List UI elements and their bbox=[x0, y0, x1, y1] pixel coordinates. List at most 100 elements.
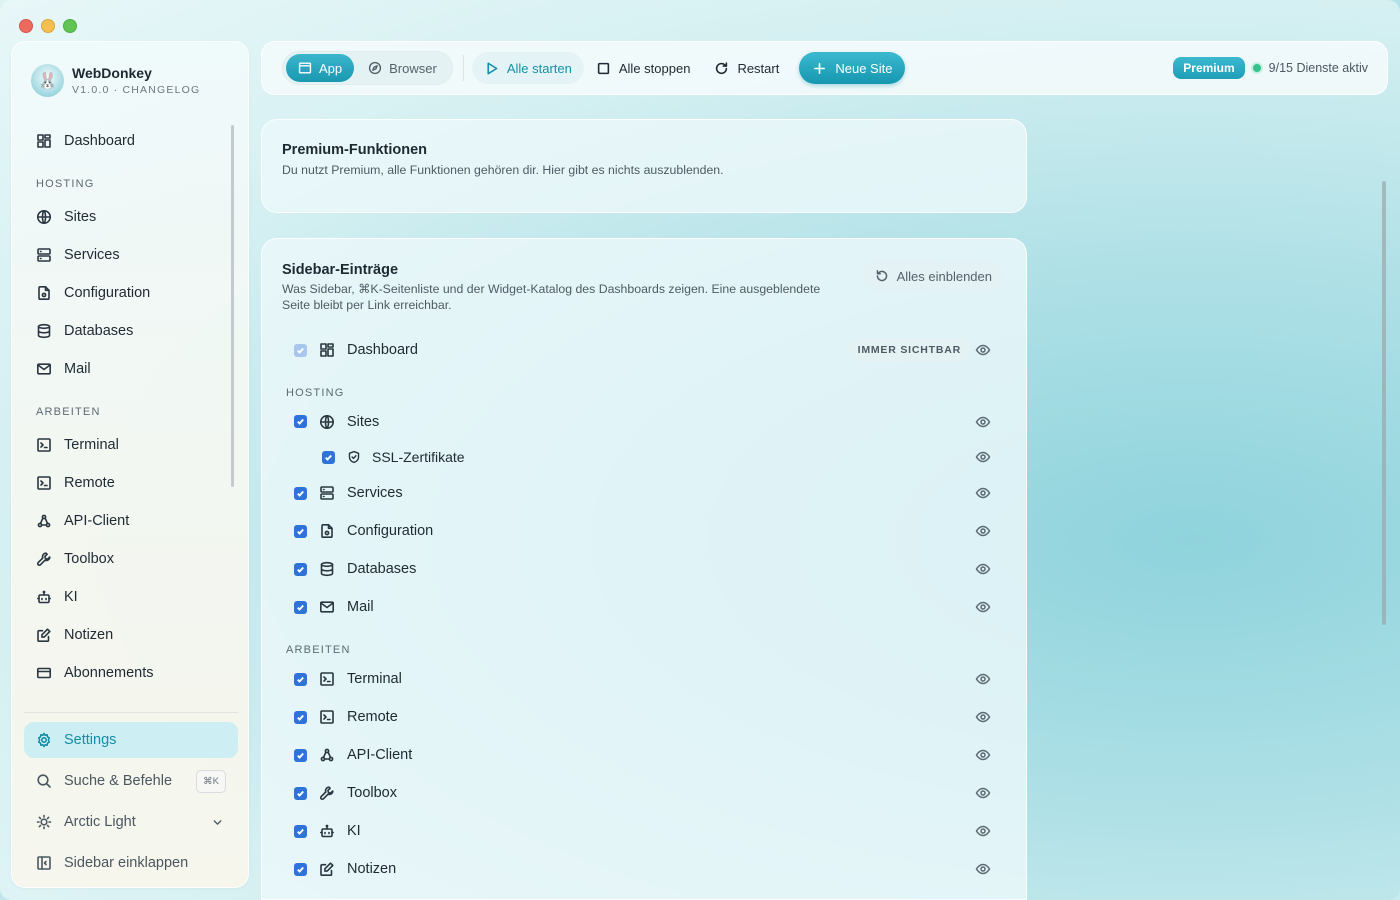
entry-label: Dashboard bbox=[347, 342, 418, 358]
eye-icon[interactable] bbox=[975, 523, 991, 539]
webhook-icon bbox=[37, 514, 51, 528]
entry-row-databases[interactable]: Databases bbox=[286, 550, 1006, 588]
sidebar-item-settings[interactable]: Settings bbox=[24, 722, 238, 758]
always-visible-badge: IMMER SICHTBAR bbox=[848, 338, 970, 362]
sidebar-item-dashboard[interactable]: Dashboard bbox=[24, 122, 238, 160]
view-browser-button[interactable]: Browser bbox=[356, 54, 449, 82]
minimize-window-button[interactable] bbox=[41, 19, 55, 33]
theme-select[interactable]: Arctic Light bbox=[24, 804, 238, 840]
sidebar-item-remote[interactable]: Remote bbox=[24, 464, 238, 502]
eye-icon[interactable] bbox=[975, 823, 991, 839]
stop-all-label: Alle stoppen bbox=[618, 60, 691, 76]
services-status[interactable]: 9/15 Dienste aktiv bbox=[1269, 61, 1368, 75]
sun-icon bbox=[36, 814, 52, 830]
entry-checkbox[interactable] bbox=[294, 824, 307, 838]
sidebar-scrollbar[interactable] bbox=[231, 125, 234, 487]
entry-row-mail[interactable]: Mail bbox=[286, 588, 1006, 626]
view-app-button[interactable]: App bbox=[286, 54, 355, 82]
sidebar-item-terminal[interactable]: Terminal bbox=[24, 426, 238, 464]
play-icon bbox=[487, 62, 498, 74]
start-all-button[interactable]: Alle starten bbox=[471, 52, 584, 84]
brand-version-changelog[interactable]: V1.0.0 · CHANGELOG bbox=[72, 84, 200, 96]
description-line: Seite bleibt per Link erreichbar. bbox=[282, 298, 452, 312]
sidebar-item-toolbox[interactable]: Toolbox bbox=[24, 540, 238, 578]
eye-icon[interactable] bbox=[975, 671, 991, 687]
entry-checkbox[interactable] bbox=[294, 748, 307, 762]
entry-checkbox[interactable] bbox=[294, 600, 307, 614]
entry-row-terminal[interactable]: Terminal bbox=[286, 660, 1006, 698]
sidebar-item-mail[interactable]: Mail bbox=[24, 350, 238, 388]
entry-row-ssl-certificates[interactable]: SSL-Zertifikate bbox=[286, 440, 1006, 474]
eye-icon[interactable] bbox=[975, 709, 991, 725]
search-commands-label: Suche & Befehle bbox=[64, 773, 173, 789]
entry-label: SSL-Zertifikate bbox=[372, 449, 465, 465]
entry-checkbox[interactable] bbox=[294, 786, 307, 800]
entry-label: API-Client bbox=[347, 747, 413, 763]
app-window: 🐰 WebDonkey V1.0.0 · CHANGELOG Dashboard… bbox=[0, 0, 1400, 900]
brand[interactable]: 🐰 WebDonkey V1.0.0 · CHANGELOG bbox=[31, 64, 200, 97]
entry-checkbox[interactable] bbox=[322, 450, 335, 464]
sidebar-item-configuration[interactable]: Configuration bbox=[24, 274, 238, 312]
sidebar-footer: Settings Suche & Befehle ⌘K Arctic Light… bbox=[24, 722, 238, 886]
entry-row-remote[interactable]: Remote bbox=[286, 698, 1006, 736]
eye-icon[interactable] bbox=[975, 599, 991, 615]
bot-icon bbox=[37, 590, 51, 604]
view-mode-toggle: App Browser bbox=[282, 51, 453, 85]
premium-badge: Premium bbox=[1173, 57, 1245, 79]
entry-row-sites[interactable]: Sites bbox=[286, 403, 1006, 440]
entry-checkbox[interactable] bbox=[294, 415, 307, 428]
globe-icon bbox=[319, 414, 335, 430]
eye-icon[interactable] bbox=[975, 861, 991, 877]
description-line: Was Sidebar, ⌘K-Seitenliste und der Widg… bbox=[282, 282, 821, 296]
entry-checkbox[interactable] bbox=[294, 862, 307, 876]
restart-button[interactable]: Restart bbox=[702, 52, 791, 84]
eye-icon[interactable] bbox=[975, 561, 991, 577]
entry-row-toolbox[interactable]: Toolbox bbox=[286, 774, 1006, 812]
close-window-button[interactable] bbox=[19, 19, 33, 33]
sidebar-item-ki[interactable]: KI bbox=[24, 578, 238, 616]
entry-row-ki[interactable]: KI bbox=[286, 812, 1006, 850]
stop-all-button[interactable]: Alle stoppen bbox=[584, 52, 703, 84]
sidebar-item-databases[interactable]: Databases bbox=[24, 312, 238, 350]
entry-checkbox[interactable] bbox=[294, 524, 307, 538]
sidebar-item-services[interactable]: Services bbox=[24, 236, 238, 274]
mail-icon bbox=[36, 363, 51, 375]
eye-icon[interactable] bbox=[975, 449, 991, 465]
sidebar-entries-description: Was Sidebar, ⌘K-Seitenliste und der Widg… bbox=[282, 281, 820, 313]
show-all-button[interactable]: Alles einblenden bbox=[862, 261, 1004, 291]
new-site-label: Neue Site bbox=[835, 60, 893, 76]
main-scrollbar[interactable] bbox=[1382, 181, 1386, 625]
dashboard-icon bbox=[319, 342, 335, 358]
entry-row-services[interactable]: Services bbox=[286, 474, 1006, 512]
search-commands-button[interactable]: Suche & Befehle ⌘K bbox=[24, 763, 238, 799]
entry-checkbox bbox=[294, 343, 307, 357]
entry-checkbox[interactable] bbox=[294, 672, 307, 686]
sidebar-item-label: Toolbox bbox=[64, 551, 114, 567]
eye-icon[interactable] bbox=[975, 747, 991, 763]
database-icon bbox=[37, 323, 51, 339]
entry-checkbox[interactable] bbox=[294, 562, 307, 576]
entry-label: Terminal bbox=[347, 671, 402, 687]
sidebar-item-abonnements[interactable]: Abonnements bbox=[24, 654, 238, 692]
sidebar-item-notizen[interactable]: Notizen bbox=[24, 616, 238, 654]
database-icon bbox=[319, 561, 335, 577]
eye-icon[interactable] bbox=[975, 785, 991, 801]
eye-icon[interactable] bbox=[975, 485, 991, 501]
collapse-sidebar-button[interactable]: Sidebar einklappen bbox=[24, 845, 238, 881]
new-site-button[interactable]: Neue Site bbox=[799, 52, 906, 84]
entry-row-configuration[interactable]: Configuration bbox=[286, 512, 1006, 550]
terminal-icon bbox=[319, 671, 335, 687]
entry-row-notizen[interactable]: Notizen bbox=[286, 850, 1006, 888]
status-ok-dot bbox=[1252, 64, 1261, 72]
sidebar-item-sites[interactable]: Sites bbox=[24, 198, 238, 236]
sidebar-item-label: Remote bbox=[64, 475, 115, 491]
sidebar-entries-list: Dashboard IMMER SICHTBAR HOSTING Sites S… bbox=[286, 331, 1006, 888]
sidebar-entries-title: Sidebar-Einträge bbox=[282, 262, 399, 278]
eye-icon[interactable] bbox=[975, 414, 991, 430]
entry-checkbox[interactable] bbox=[294, 710, 307, 724]
zoom-window-button[interactable] bbox=[63, 19, 77, 33]
sidebar-item-api-client[interactable]: API-Client bbox=[24, 502, 238, 540]
sidebar-item-label: Terminal bbox=[64, 437, 119, 453]
entry-checkbox[interactable] bbox=[294, 486, 307, 500]
entry-row-api-client[interactable]: API-Client bbox=[286, 736, 1006, 774]
